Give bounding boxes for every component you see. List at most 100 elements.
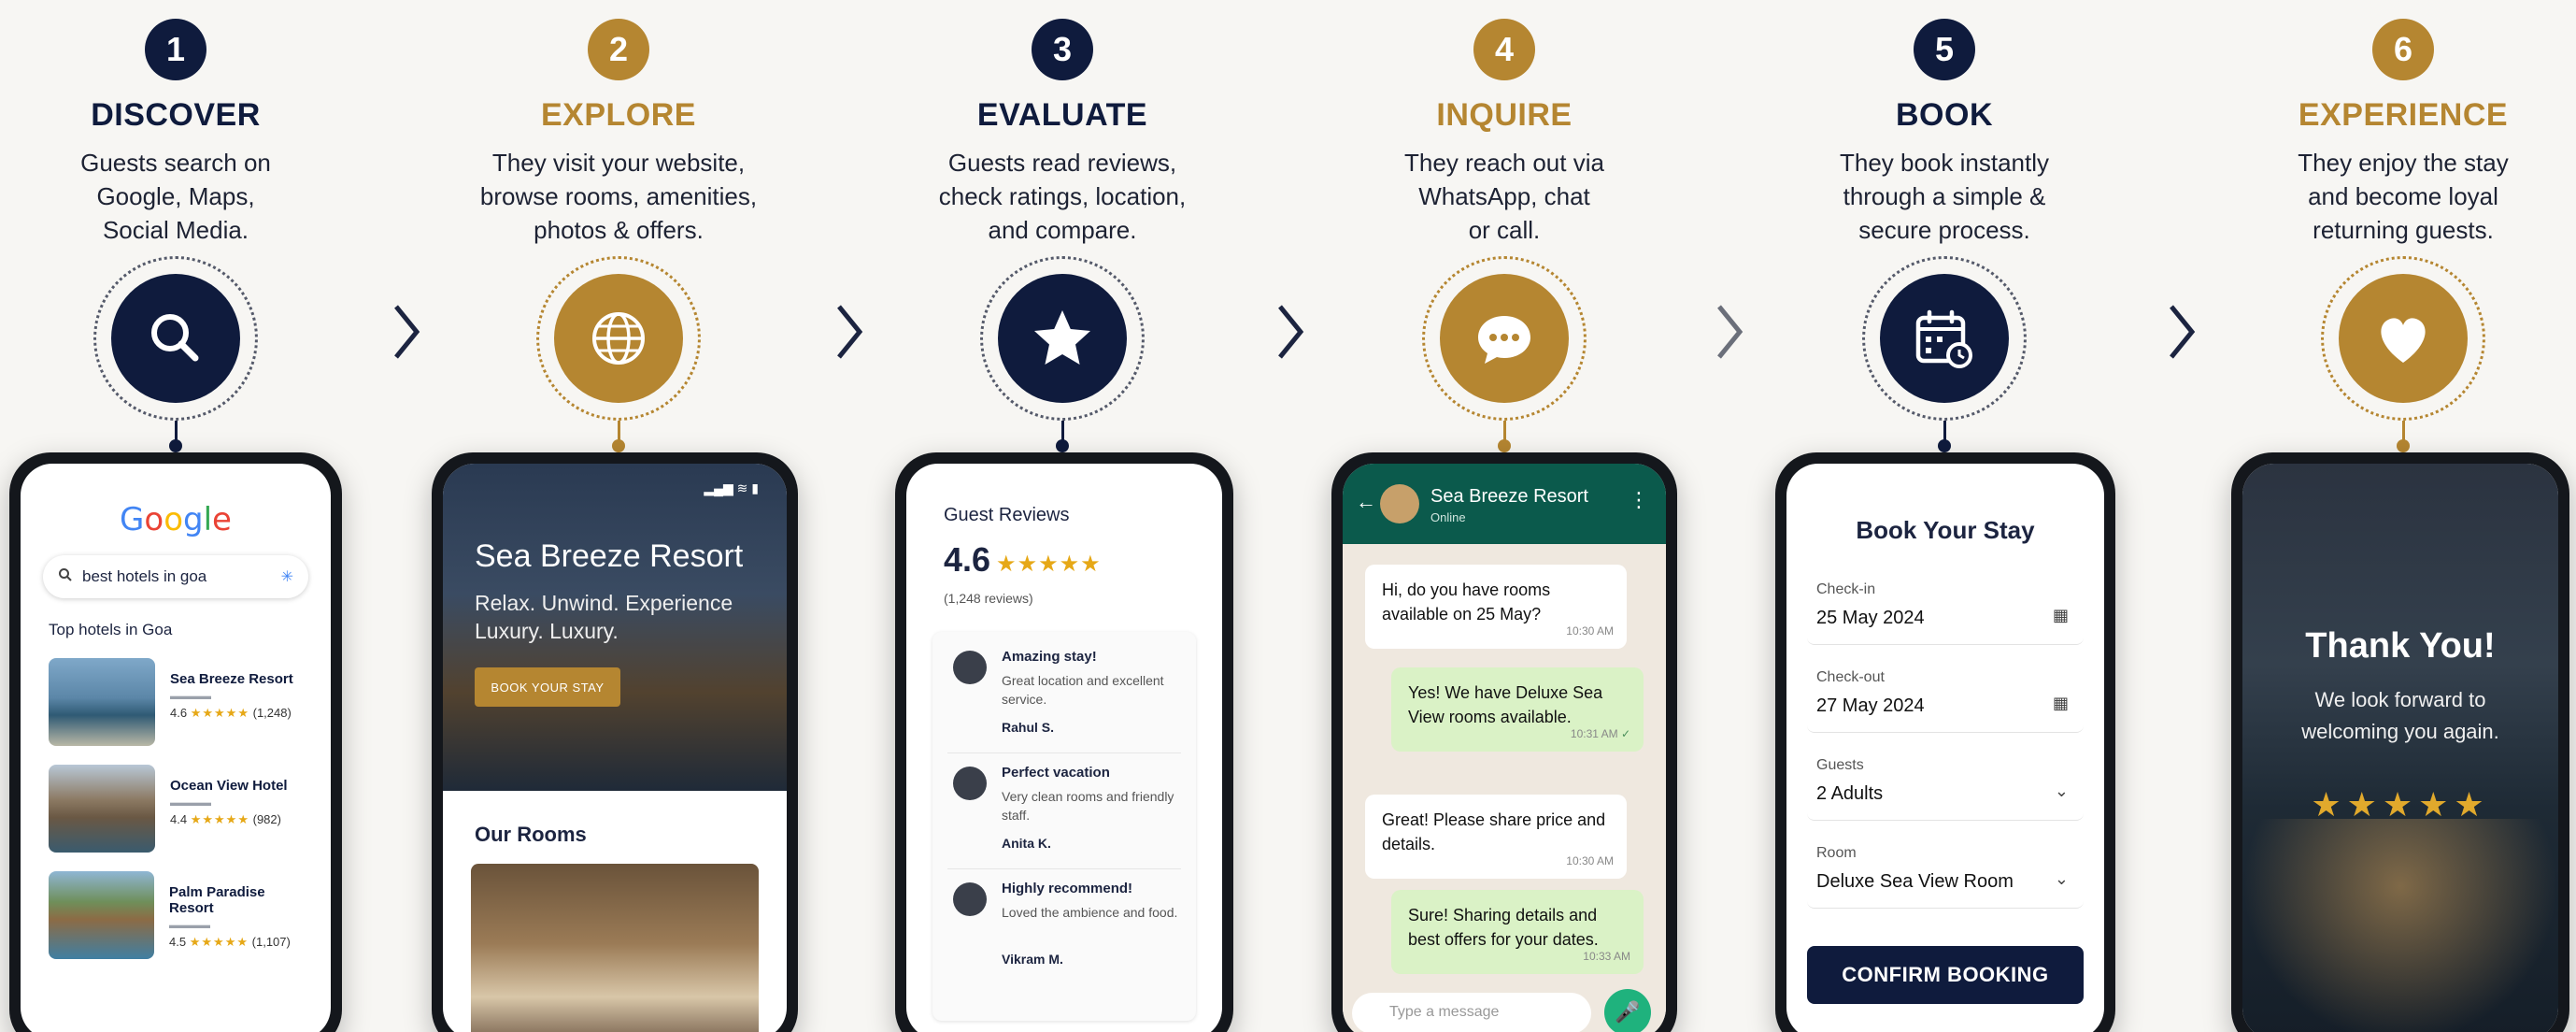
step-description: They reach out via WhatsApp, chat or cal… [1327,146,1682,247]
overall-rating: 4.6 ★★★★★ [944,540,1102,580]
reviewer-name: Vikram M. [1002,952,1063,967]
step-description: Guests search on Google, Maps, Social Me… [0,146,353,247]
desc-line: Guests read reviews, [947,149,1177,177]
book-your-stay-button[interactable]: BOOK YOUR STAY [475,667,620,707]
step-description: They book instantly through a simple & s… [1767,146,2122,247]
message-time-value: 10:31 AM [1570,727,1618,740]
chevron-right-icon [1717,305,1743,359]
message-text: Great! Please share price and details. [1382,810,1606,853]
review-item[interactable]: Amazing stay! Great location and excelle… [947,641,1181,753]
step-description: Guests read reviews, check ratings, loca… [885,146,1240,247]
calendar-icon[interactable]: ▦ [2053,694,2069,713]
confirm-booking-button[interactable]: CONFIRM BOOKING [1807,946,2084,1004]
hotel-subtext: ▬▬▬▬ [169,920,211,931]
step-description: They enjoy the stay and become loyal ret… [2226,146,2576,247]
phone-inquire: ← Sea Breeze Resort Online ⋮ Hi, do you … [1331,452,1677,1032]
check-in-field[interactable]: Check-in 25 May 2024 ▦ [1807,574,2084,645]
contact-status: Online [1430,510,1466,524]
icon-ring [1422,256,1587,421]
message-time: 10:31 AM ✓ [1571,722,1630,746]
message-text: Sure! Sharing details and best offers fo… [1408,906,1599,949]
calendar-icon [1880,274,2009,403]
step-title: EXPERIENCE [2298,97,2509,133]
chat-header: ← Sea Breeze Resort Online ⋮ [1343,464,1666,544]
phone-explore: ▂▄▆ ≋ ▮ Sea Breeze Resort Relax. Unwind.… [432,452,798,1032]
hotel-result[interactable]: Palm Paradise Resort ▬▬▬▬ 4.5 ★★★★★ (1,1… [49,871,312,961]
guests-select[interactable]: Guests 2 Adults ⌄ [1807,750,2084,821]
message-line: welcoming you again. [2301,720,2499,743]
back-arrow-icon[interactable]: ← [1356,490,1376,514]
desc-line: They visit your website, [491,149,746,177]
room-photo[interactable] [471,864,759,1032]
field-label: Check-out [1816,669,1885,685]
rating-stars: ★★★★★ [190,812,249,826]
icon-ring [93,256,258,421]
read-check-icon: ✓ [1620,727,1630,740]
desc-line: or call. [1468,216,1541,244]
booking-screen: Book Your Stay Check-in 25 May 2024 ▦ Ch… [1786,464,2104,1032]
message-time: 10:30 AM [1566,854,1614,867]
hotel-result[interactable]: Sea Breeze Resort ▬▬▬▬ 4.6 ★★★★★ (1,248) [49,658,312,748]
search-query[interactable]: best hotels in goa [82,567,281,586]
hotel-result[interactable]: Ocean View Hotel ▬▬▬▬ 4.4 ★★★★★ (982) [49,765,312,854]
message-outgoing: Yes! We have Deluxe Sea View rooms avail… [1391,667,1644,752]
sparkle-icon[interactable]: ✳ [281,567,293,586]
review-title: Perfect vacation [1002,765,1110,781]
icon-ring [1862,256,2027,421]
hero-image: ▂▄▆ ≋ ▮ Sea Breeze Resort Relax. Unwind.… [443,464,787,791]
hotel-info: Ocean View Hotel ▬▬▬▬ 4.4 ★★★★★ (982) [170,765,288,854]
review-title: Highly recommend! [1002,881,1133,896]
star-icon [998,274,1127,403]
thank-you-message: We look forward to welcoming you again. [2242,684,2558,748]
chevron-down-icon[interactable]: ⌄ [2055,869,2069,889]
room-select[interactable]: Room Deluxe Sea View Room ⌄ [1807,838,2084,909]
desc-line: They book instantly [1839,149,2049,177]
connector-dot [2397,439,2410,452]
review-item[interactable]: Perfect vacation Very clean rooms and fr… [947,757,1181,869]
chevron-right-icon [837,305,863,359]
message-text: Yes! We have Deluxe Sea View rooms avail… [1408,683,1603,726]
calendar-icon[interactable]: ▦ [2053,606,2069,625]
step-title: BOOK [1896,97,1993,133]
step-title: INQUIRE [1436,97,1573,133]
field-label: Check-in [1816,581,1876,597]
connector-dot [1056,439,1069,452]
icon-ring [536,256,701,421]
step-number: 6 [2372,19,2434,80]
desc-line: and become loyal [2308,182,2498,210]
check-out-field[interactable]: Check-out 27 May 2024 ▦ [1807,662,2084,733]
review-title: Amazing stay! [1002,649,1097,665]
message-line: We look forward to [2314,688,2486,711]
message-incoming: Great! Please share price and details. 1… [1365,795,1627,879]
icon-ring [2321,256,2485,421]
review-item[interactable]: Highly recommend! Loved the ambience and… [947,873,1181,985]
message-text: Hi, do you have rooms available on 25 Ma… [1382,580,1551,624]
icon-ring [980,256,1145,421]
booking-title: Book Your Stay [1856,516,2035,544]
step-number: 3 [1032,19,1093,80]
hotel-info: Sea Breeze Resort ▬▬▬▬ 4.6 ★★★★★ (1,248) [170,658,293,748]
more-options-icon[interactable]: ⋮ [1629,488,1649,512]
phone-experience: Thank You! We look forward to welcoming … [2231,452,2569,1032]
message-input[interactable]: Type a message [1352,993,1591,1032]
search-bar[interactable]: best hotels in goa ✳ [43,555,308,598]
desc-line: Google, Maps, [96,182,255,210]
thank-you-title: Thank You! [2305,626,2496,666]
rooms-heading: Our Rooms [475,823,587,846]
microphone-icon[interactable]: 🎤 [1604,989,1651,1032]
chevron-down-icon[interactable]: ⌄ [2055,781,2069,801]
connector-dot [1498,439,1511,452]
desc-line: through a simple & [1843,182,2046,210]
phone-book: Book Your Stay Check-in 25 May 2024 ▦ Ch… [1775,452,2115,1032]
rating-value: 4.5 [169,935,187,949]
field-value: 25 May 2024 [1816,608,1925,628]
step-number: 2 [588,19,649,80]
reviews-screen: Guest Reviews 4.6 ★★★★★ (1,248 reviews) A… [906,464,1222,1032]
reviews-list: Amazing stay! Great location and excelle… [932,632,1196,1021]
avatar [953,767,987,800]
step-title: EVALUATE [976,97,1148,133]
rating-stars: ★★★★★ [190,706,249,720]
hotel-rating: 4.6 ★★★★★ (1,248) [170,706,293,721]
desc-line: check ratings, location, [938,182,1187,210]
chat-body: Hi, do you have rooms available on 25 Ma… [1343,544,1666,1032]
